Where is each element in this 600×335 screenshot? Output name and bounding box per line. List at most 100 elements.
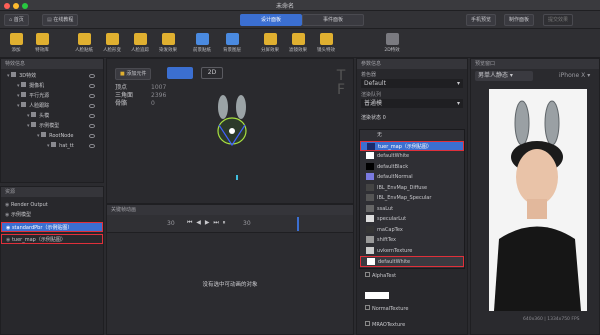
render-state-label: 渲染状态 0 (361, 115, 386, 121)
toolbar-item[interactable]: 染发效果 (156, 32, 180, 56)
tree-item-label: RootNode (49, 133, 74, 139)
normaltexture-row[interactable]: NormalTexture (365, 305, 408, 312)
texture-thumbnail (366, 246, 374, 254)
add-component-button[interactable]: ■ 添加元件 (115, 68, 152, 80)
eye-icon[interactable] (89, 94, 95, 98)
tree-item[interactable]: ▾ hat_tt (1, 141, 103, 151)
tree-item[interactable]: ▾ 平行光源 (1, 91, 103, 101)
toolbar-item[interactable]: 人脸形变 (100, 32, 124, 56)
panel-title: 资源 (1, 187, 103, 197)
eye-icon[interactable] (89, 124, 95, 128)
device-select[interactable]: iPhone X ▾ (559, 71, 595, 81)
texture-option[interactable]: defaultWhite (360, 151, 464, 162)
toolbar-item[interactable]: 2D特效 (380, 32, 404, 56)
texture-option[interactable]: defaultWhite (360, 256, 464, 267)
home-button[interactable]: ⌂ 首页 (4, 14, 29, 26)
person-select[interactable]: 男单人静态 ▾ (475, 71, 533, 81)
tree-item[interactable]: ▾ 示例模型 (1, 121, 103, 131)
toolbar-item[interactable]: 镜头特效 (314, 32, 338, 56)
tree-item[interactable]: ▾ 人脸跟踪 (1, 101, 103, 111)
asset-item-label: Render Output (10, 202, 48, 208)
window-title: 未命名 (276, 3, 295, 10)
view-gizmo[interactable]: TF (333, 69, 349, 97)
texture-thumbnail (367, 258, 375, 265)
toolbar-item[interactable]: 特效库 (30, 32, 54, 56)
minimize-window-button[interactable] (13, 3, 19, 9)
eye-icon[interactable] (89, 104, 95, 108)
texture-option[interactable]: uvkernTexture (360, 246, 464, 257)
mraotexture-row[interactable]: MRAOTexture (365, 321, 405, 328)
toolbar-icon (291, 33, 305, 45)
tab-design[interactable]: 设计面板 (240, 14, 302, 26)
alphatest-row[interactable]: AlphaTest (365, 272, 396, 279)
tree-item[interactable]: ▾ 摄像机 (1, 81, 103, 91)
texture-option[interactable]: defaultBlack (360, 162, 464, 173)
transform-tools[interactable] (167, 67, 193, 79)
toolbar-item[interactable]: 滤镜效果 (286, 32, 310, 56)
eye-icon[interactable] (89, 114, 95, 118)
tree-item[interactable]: ▾ 3D特效 (1, 71, 103, 81)
playhead[interactable] (297, 217, 299, 231)
tree-item[interactable]: ▾ 头模 (1, 111, 103, 121)
toolbar-icon (195, 33, 209, 45)
make-panel-button[interactable]: 制作面板 (504, 14, 535, 26)
toolbar-item[interactable]: 分屏效果 (258, 32, 282, 56)
title-bar: 未命名 (0, 0, 600, 11)
eye-icon[interactable] (89, 144, 95, 148)
eye-icon[interactable] (89, 134, 95, 138)
texture-option[interactable]: IBL_EnvMap_Specular (360, 193, 464, 204)
texture-option[interactable]: defaultNormal (360, 172, 464, 183)
render-queue-select[interactable]: 普通模 ▾ (361, 99, 463, 108)
asset-item[interactable]: ◉ tuer_map（示例贴图） (1, 234, 103, 244)
toolbar-item[interactable]: 人脸贴纸 (72, 32, 96, 56)
texture-option[interactable]: ssaLut (360, 204, 464, 215)
eye-icon[interactable] (89, 74, 95, 78)
toolbar-item-label: 前景贴纸 (193, 48, 211, 53)
color-swatch[interactable] (365, 292, 389, 299)
toolbar-icon (35, 33, 49, 45)
phone-preview-button[interactable]: 手机预览 (466, 14, 497, 26)
texture-option[interactable]: 无 (360, 130, 464, 141)
toolbar-item[interactable]: 人脸追踪 (128, 32, 152, 56)
texture-option[interactable]: shiftTex (360, 235, 464, 246)
mrao-label: MRAOTexture (372, 322, 406, 328)
tree-item[interactable]: ▾ RootNode (1, 131, 103, 141)
close-window-button[interactable] (4, 3, 10, 9)
stat-value: 1007 (151, 84, 167, 91)
alphatest-label: AlphaTest (372, 273, 397, 279)
tab-event[interactable]: 事件面板 (302, 14, 364, 26)
asset-item[interactable]: ◉ standardPbr（示例贴图） (1, 222, 103, 232)
toolbar-item[interactable]: 背景图层 (220, 32, 244, 56)
toolbar-item[interactable]: 添加 (4, 32, 28, 56)
texture-option[interactable]: maCapTex (360, 225, 464, 236)
texture-option[interactable]: tuer_map（示例贴图） (360, 140, 464, 151)
shader-value: Default (364, 80, 386, 87)
submit-button[interactable]: 提交效果 (543, 14, 574, 26)
asset-item-label: standardPbr（示例贴图） (11, 225, 73, 231)
shader-select[interactable]: Default ▾ (361, 79, 463, 88)
texture-option[interactable]: specularLut (360, 214, 464, 225)
maximize-window-button[interactable] (22, 3, 28, 9)
texture-option[interactable]: IBL_EnvMap_Diffuse (360, 183, 464, 194)
toolbar: 添加 特效库 人脸贴纸 人脸形变 人脸追踪 染发效果 前景贴纸 背景图层 分屏效果 滤镜效果 镜头特… (0, 29, 600, 58)
eye-icon[interactable] (89, 84, 95, 88)
texture-option-label: IBL_EnvMap_Specular (377, 195, 432, 201)
texture-option-label: tuer_map（示例贴图） (378, 143, 432, 150)
tree-item-label: hat_tt (59, 143, 74, 149)
toolbar-item-label: 滤镜效果 (289, 48, 307, 53)
toolbar-item-label: 添加 (11, 48, 21, 53)
mesh-stats: 顶点 三角面 骨骼 (115, 84, 133, 108)
fps-value[interactable]: 30 (167, 220, 175, 227)
stat-label: 三角面 (115, 92, 134, 99)
toolbar-item[interactable]: 前景贴纸 (190, 32, 214, 56)
playback-buttons[interactable]: ⏮ ◀ ▶ ⏭ ⏸ (187, 219, 237, 228)
node-icon (21, 102, 27, 107)
tutorial-button[interactable]: ▤ 在线教程 (42, 14, 79, 26)
2d-3d-toggle[interactable]: 2D (201, 67, 223, 79)
asset-item[interactable]: ◉ Render Output (1, 200, 103, 210)
scene-viewport[interactable]: ■ 添加元件 2D 顶点 三角面 骨骼 1007 2396 0 TF (106, 58, 354, 204)
texture-thumbnail (366, 225, 374, 233)
texture-dropdown[interactable]: 无 tuer_map（示例贴图） defaultWhite defaultBlack d… (359, 129, 465, 269)
asset-item[interactable]: ◉ 示例模型 (1, 210, 103, 220)
duration-value[interactable]: 30 (243, 220, 251, 227)
